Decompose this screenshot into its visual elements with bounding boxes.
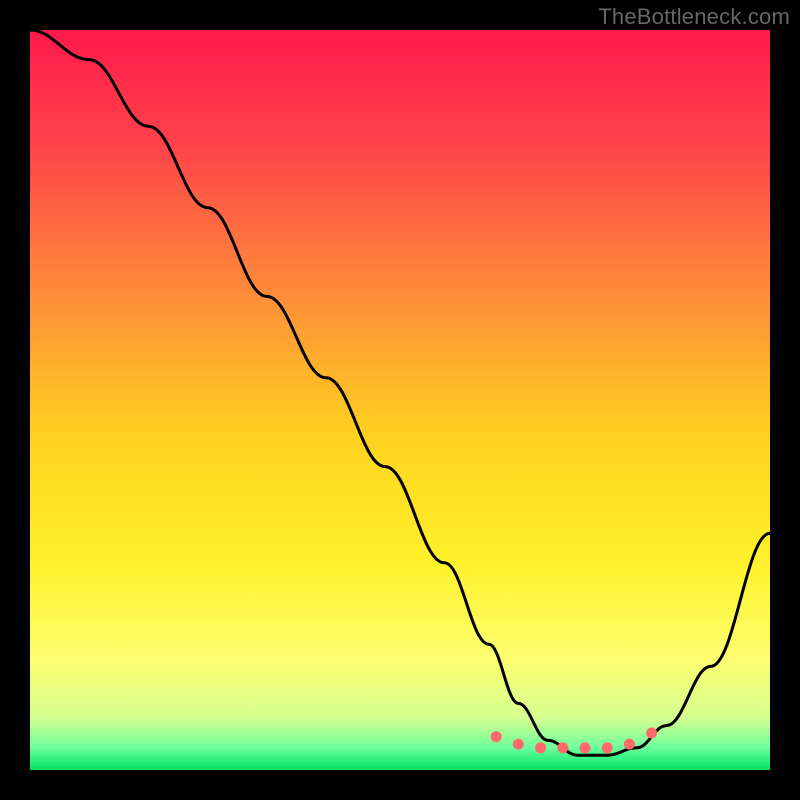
marker-dot (646, 728, 657, 739)
marker-dot (513, 739, 524, 750)
gradient-background (30, 30, 770, 770)
marker-dot (602, 742, 613, 753)
marker-dot (557, 742, 568, 753)
watermark-text: TheBottleneck.com (598, 4, 790, 30)
marker-dot (624, 739, 635, 750)
chart-frame (30, 30, 770, 770)
marker-dot (491, 731, 502, 742)
bottleneck-chart (30, 30, 770, 770)
marker-dot (580, 742, 591, 753)
marker-dot (535, 742, 546, 753)
